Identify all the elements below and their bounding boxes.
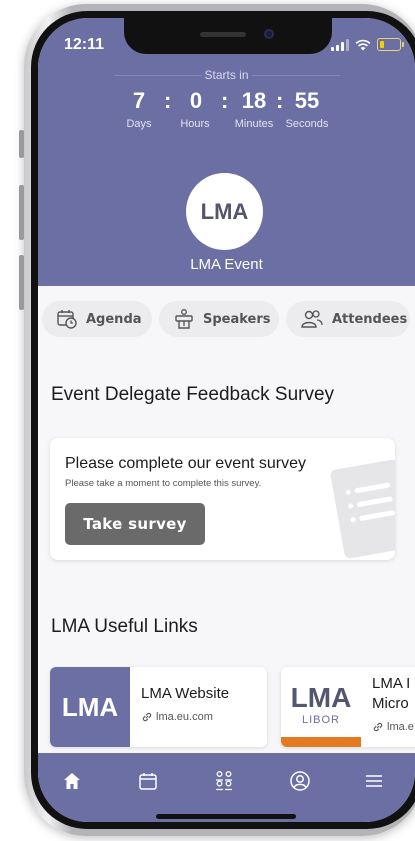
event-header: 12:11 Starts in 7 : 0 : 18: 55 Days Hou… bbox=[38, 18, 415, 286]
link-thumbnail: LMA bbox=[50, 667, 130, 747]
menu-icon bbox=[366, 775, 382, 787]
countdown-hours: 0 bbox=[189, 88, 203, 113]
signal-icon bbox=[331, 38, 349, 51]
link-card-lma-libor[interactable]: LMA LIBOR LMA I Micro lma.e bbox=[281, 667, 415, 747]
tab-bar bbox=[38, 753, 415, 822]
link-title: LMA Website bbox=[141, 685, 230, 702]
countdown-title-text: Starts in bbox=[204, 68, 249, 82]
tab-attendees[interactable] bbox=[212, 769, 236, 793]
tab-home[interactable] bbox=[60, 769, 84, 793]
profile-icon bbox=[290, 771, 310, 791]
link-url: lma.e bbox=[372, 721, 414, 733]
quick-links-bar: Agenda Speakers Attendees bbox=[38, 301, 415, 339]
agenda-pill[interactable]: Agenda bbox=[42, 301, 152, 337]
tab-profile[interactable] bbox=[288, 769, 312, 793]
countdown-minutes: 18 bbox=[241, 88, 267, 113]
attendees-pill[interactable]: Attendees bbox=[286, 301, 410, 337]
link-url-text: lma.e bbox=[387, 721, 414, 733]
link-url-text: lma.eu.com bbox=[156, 711, 213, 723]
link-title-line2: Micro bbox=[372, 695, 409, 712]
speakers-label: Speakers bbox=[203, 311, 271, 327]
attendees-label: Attendees bbox=[332, 311, 408, 327]
home-indicator[interactable] bbox=[156, 814, 296, 819]
volume-down-button bbox=[19, 255, 24, 310]
status-icons bbox=[331, 38, 404, 51]
status-time: 12:11 bbox=[64, 36, 105, 53]
survey-card[interactable]: Please complete our event survey Please … bbox=[50, 438, 395, 560]
link-thumbnail-sub: LIBOR bbox=[301, 714, 340, 726]
survey-subtext: Please take a moment to complete this su… bbox=[65, 478, 262, 489]
calendar-clock-icon bbox=[57, 310, 77, 329]
wifi-icon bbox=[355, 39, 371, 50]
link-thumbnail-logo: LMA bbox=[290, 682, 352, 713]
survey-document-icon bbox=[329, 458, 395, 560]
battery-icon bbox=[377, 38, 404, 51]
survey-heading: Please complete our event survey bbox=[65, 455, 307, 472]
countdown-seconds: 55 bbox=[294, 88, 320, 113]
take-survey-button[interactable]: Take survey bbox=[65, 503, 205, 545]
link-card-lma-website[interactable]: LMA LMA Website lma.eu.com bbox=[50, 667, 267, 747]
countdown-days: 7 bbox=[132, 88, 146, 113]
calendar-icon bbox=[139, 773, 157, 790]
links-section-title: LMA Useful Links bbox=[51, 616, 198, 637]
home-icon bbox=[64, 773, 80, 789]
notch bbox=[124, 18, 332, 54]
event-name: LMA Event bbox=[190, 256, 263, 273]
app-screen: 12:11 Starts in 7 : 0 : 18: 55 Days Hou… bbox=[38, 18, 415, 822]
speakers-pill[interactable]: Speakers bbox=[159, 301, 279, 337]
status-bar: 12:11 bbox=[38, 18, 415, 70]
volume-up-button bbox=[19, 185, 24, 240]
event-logo: LMA bbox=[186, 173, 263, 250]
countdown-title: Starts in bbox=[38, 68, 415, 82]
link-thumbnail: LMA LIBOR bbox=[281, 667, 361, 747]
agenda-label: Agenda bbox=[86, 311, 142, 327]
link-url: lma.eu.com bbox=[141, 711, 213, 723]
mute-switch bbox=[19, 130, 24, 158]
tab-menu[interactable] bbox=[362, 769, 386, 793]
link-title: LMA I bbox=[372, 675, 411, 692]
link-icon bbox=[142, 712, 152, 722]
people-icon bbox=[216, 771, 232, 791]
survey-section-title: Event Delegate Feedback Survey bbox=[51, 384, 335, 405]
countdown-separator: : bbox=[221, 88, 229, 113]
tab-agenda[interactable] bbox=[136, 769, 160, 793]
countdown-seconds-label: Seconds bbox=[285, 118, 329, 130]
podium-icon bbox=[175, 309, 193, 329]
link-icon bbox=[373, 722, 383, 732]
people-icon bbox=[301, 310, 323, 328]
